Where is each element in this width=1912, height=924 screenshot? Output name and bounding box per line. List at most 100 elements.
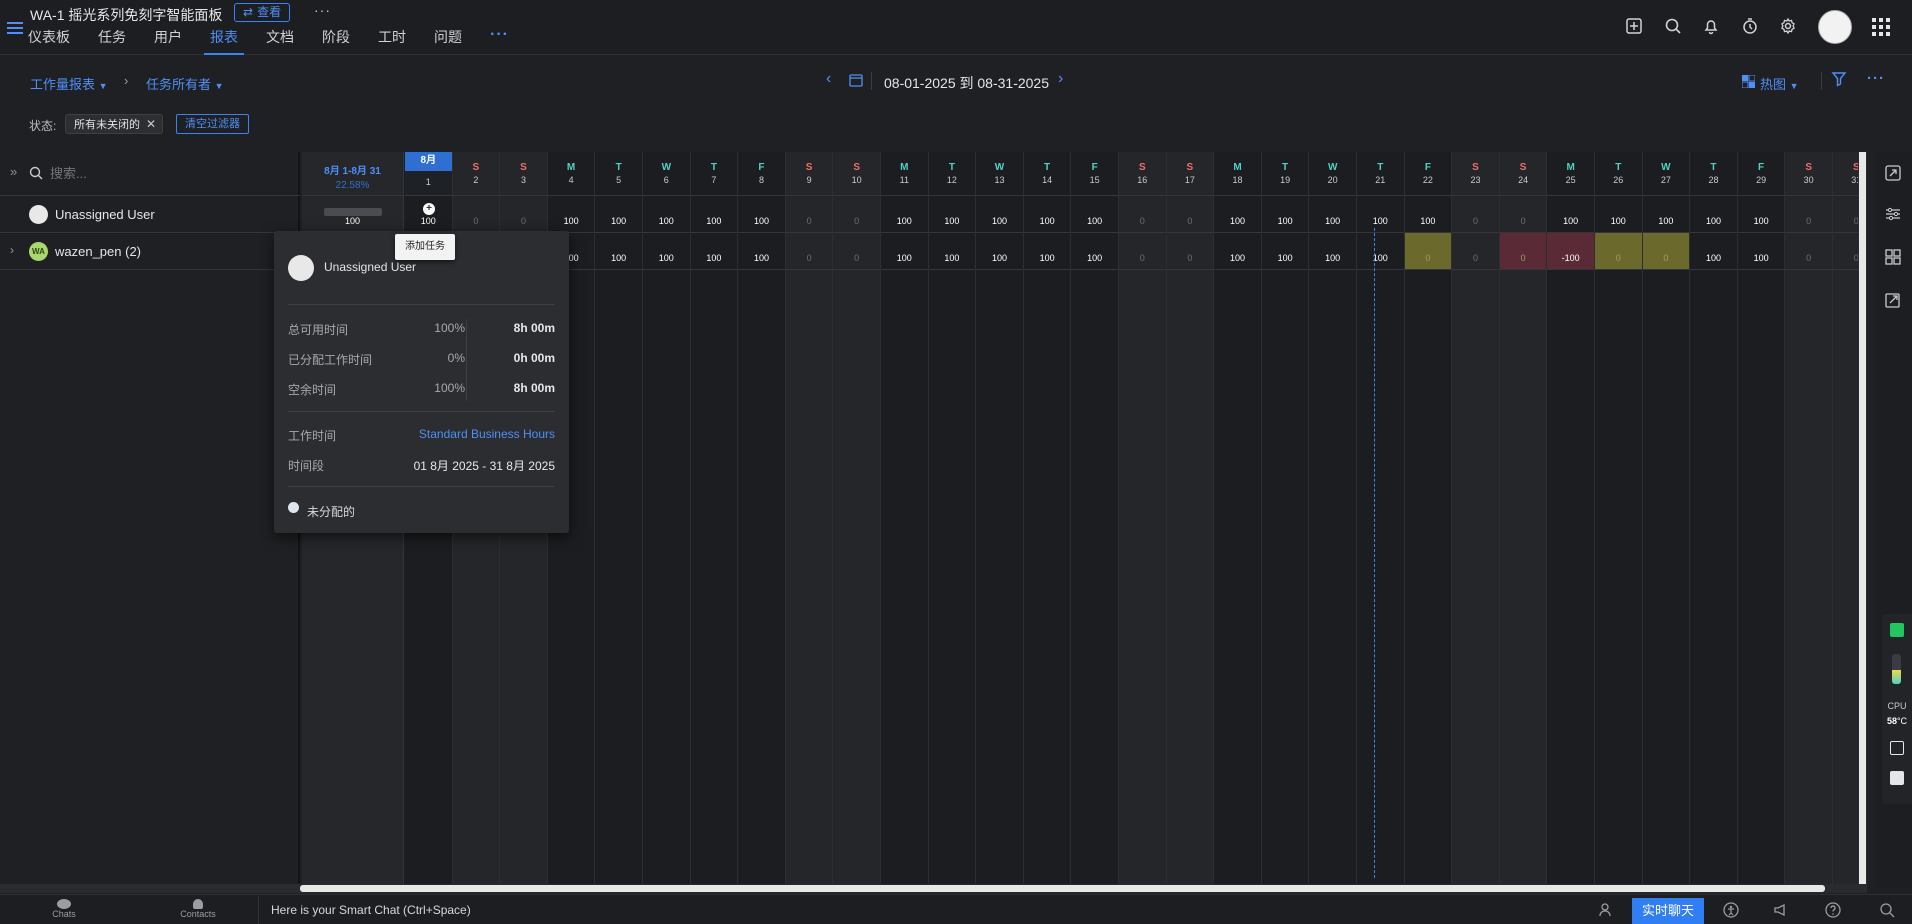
heat-cell[interactable]: 100 [595,196,642,233]
heat-cell[interactable]: 0 [1166,233,1214,270]
chevron-right-icon[interactable]: › [10,243,14,257]
tab-reports[interactable]: 报表 [204,28,244,55]
heat-cell[interactable]: 100 [1023,233,1071,270]
date-range[interactable]: 08-01-2025 到 08-31-2025 [884,73,1049,93]
prev-period-icon[interactable]: ‹ [826,70,831,88]
add-task-icon[interactable]: + [423,203,435,215]
heat-cell[interactable]: 100 [1595,196,1642,233]
heat-cell[interactable]: 100 [1261,233,1309,270]
expand-icon[interactable]: » [10,164,17,179]
user-row-unassigned[interactable]: Unassigned User [0,196,300,233]
tab-documents[interactable]: 文档 [266,28,294,55]
vertical-scrollbar[interactable] [1858,152,1867,887]
heat-cell[interactable]: 100 [1690,196,1737,233]
heat-cell[interactable]: 0 [1833,233,1860,270]
heat-cell[interactable]: 0 [1785,233,1832,270]
heat-cell[interactable]: 100 [1690,233,1737,270]
heat-cell[interactable]: 0 [500,196,547,233]
search-input[interactable] [50,163,280,183]
heat-cell[interactable]: 100 [1214,196,1261,233]
more-options-icon[interactable]: ··· [1867,70,1885,87]
contact-alert-icon[interactable] [1597,901,1615,919]
heat-cell[interactable]: 100 [881,233,928,270]
calendar-icon[interactable] [849,73,863,87]
heat-cell[interactable]: 100 [738,233,785,270]
widgets-icon[interactable] [1884,248,1904,268]
heat-cell[interactable]: 0 [833,233,880,270]
heat-cell[interactable]: 0 [1452,233,1499,270]
group-by-dropdown[interactable]: 任务所有者 ▼ [146,74,224,93]
user-row-wazen-pen[interactable]: › WA wazen_pen (2) [0,233,300,270]
tab-issues[interactable]: 问题 [434,28,462,55]
expand-panel-icon[interactable] [1884,164,1904,184]
heat-cell[interactable]: 100 [643,233,690,270]
report-type-dropdown[interactable]: 工作量报表 ▼ [30,74,108,93]
tab-dashboard[interactable]: 仪表板 [28,28,70,55]
heat-cell[interactable]: 100 [1071,233,1118,270]
clear-filters-button[interactable]: 清空过滤器 [176,114,249,134]
heat-cell[interactable]: 100 [1214,233,1261,270]
heat-cell[interactable]: 0 [1404,233,1452,270]
heat-cell[interactable]: -100 [1547,233,1594,270]
heat-cell[interactable]: 100 [1642,196,1690,233]
project-more-button[interactable]: ··· [314,2,331,18]
heat-cell[interactable]: 0 [1119,233,1166,270]
tab-tasks[interactable]: 任务 [98,28,126,55]
smart-chat-input[interactable]: Here is your Smart Chat (Ctrl+Space) [271,903,471,917]
heat-cell[interactable]: 0 [452,196,500,233]
heat-cell[interactable]: 0 [785,196,833,233]
heat-cell[interactable]: 100 [690,233,738,270]
heat-cell[interactable]: 100 [1357,233,1404,270]
view-button[interactable]: ⇄ 查看 [234,3,291,22]
heat-cell[interactable]: 0 [1499,233,1547,270]
scroll-thumb[interactable] [1859,152,1866,887]
heat-cell[interactable]: 0 [1642,233,1690,270]
heat-cell[interactable]: 100 [928,196,976,233]
search-zoom-icon[interactable] [1878,901,1896,919]
heat-cell[interactable]: 100 [595,233,642,270]
heat-cell[interactable]: 100 [1547,196,1594,233]
chats-button[interactable]: Chats [46,899,82,919]
heat-cell[interactable]: 100 [547,196,595,233]
heat-cell[interactable]: 100 [1023,196,1071,233]
heat-cell[interactable]: 100 [1261,196,1309,233]
screenshot-icon[interactable] [1890,741,1904,755]
next-period-icon[interactable]: › [1058,70,1063,88]
heat-cell[interactable]: 100 [976,196,1023,233]
tabs-more-button[interactable]: ··· [490,27,509,55]
accessibility-icon[interactable] [1722,901,1740,919]
heat-cell[interactable]: 100 [1071,196,1118,233]
heat-cell[interactable]: 0 [833,196,880,233]
heat-cell[interactable]: 100 [928,233,976,270]
timer-icon[interactable] [1740,16,1760,36]
announcement-icon[interactable] [1772,901,1790,919]
help-icon[interactable] [1824,901,1842,919]
heat-cell[interactable]: 100 [1404,196,1452,233]
zoom-icon[interactable] [1890,771,1904,785]
heat-cell[interactable]: 100 [738,196,785,233]
bell-icon[interactable] [1701,16,1721,36]
heat-cell[interactable]: 0 [1833,196,1860,233]
tab-phases[interactable]: 阶段 [322,28,350,55]
gear-icon[interactable] [1778,16,1798,36]
tab-users[interactable]: 用户 [154,28,182,55]
heat-cell[interactable]: 0 [1452,196,1499,233]
heat-cell[interactable]: 100 [690,196,738,233]
export-icon[interactable] [1884,291,1904,311]
heat-cell[interactable]: 100 [976,233,1023,270]
heat-cell[interactable]: 100 [1737,233,1785,270]
user-avatar[interactable] [1818,10,1852,44]
add-icon[interactable] [1624,16,1644,36]
close-icon[interactable]: ✕ [146,117,156,131]
heat-cell[interactable]: 0 [1166,196,1214,233]
filter-icon[interactable] [1831,71,1847,87]
tab-timesheets[interactable]: 工时 [378,28,406,55]
search-icon[interactable] [1663,16,1683,36]
heat-cell[interactable]: 0 [1785,196,1832,233]
horizontal-scrollbar[interactable] [0,884,1867,893]
menu-icon[interactable] [6,19,24,37]
work-time-link[interactable]: Standard Business Hours [419,427,555,441]
heat-cell[interactable]: 0 [1499,196,1547,233]
heat-cell[interactable]: 0 [1119,196,1166,233]
heat-cell[interactable]: 100 [1737,196,1785,233]
